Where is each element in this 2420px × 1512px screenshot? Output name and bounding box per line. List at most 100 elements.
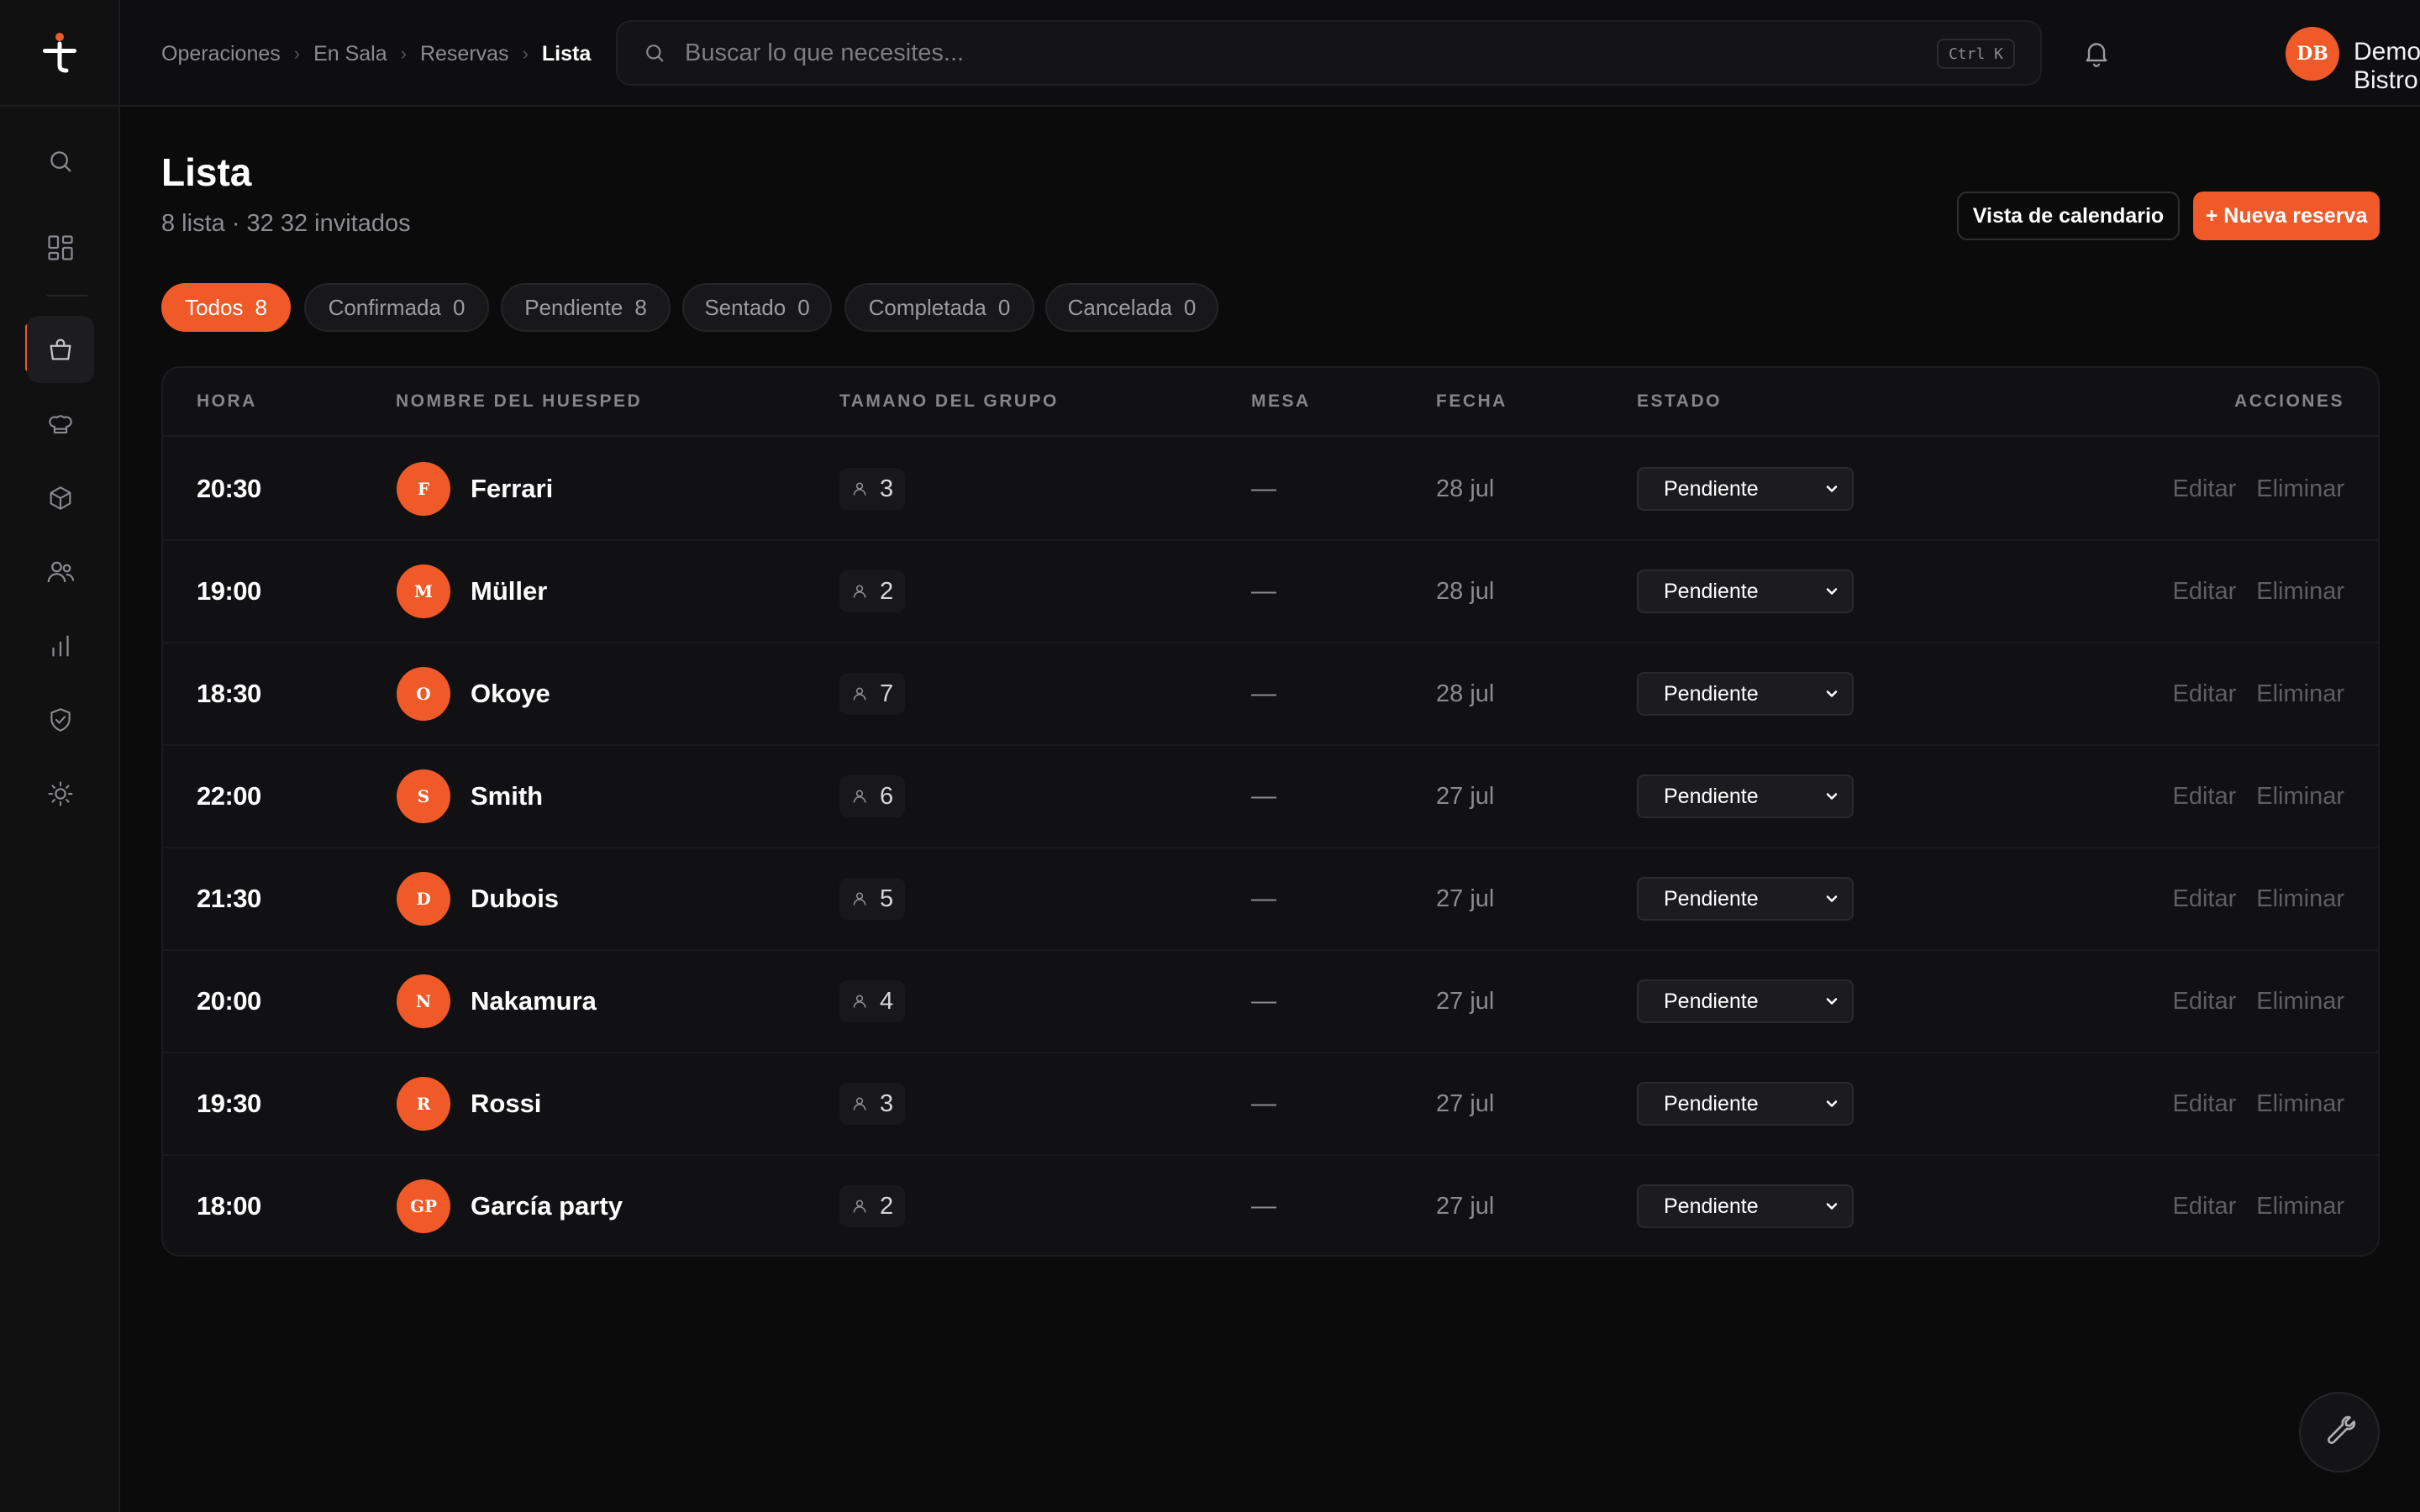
sidebar-item-search[interactable]: [27, 128, 94, 195]
table-row: 19:00 M Müller 2 — 28 jul Pendiente Edit…: [163, 541, 2378, 643]
date-cell: 28 jul: [1436, 541, 1494, 642]
sidebar-item-inventory[interactable]: [27, 465, 94, 532]
sidebar-item-settings[interactable]: [27, 760, 94, 827]
party-size-cell: 6: [839, 746, 906, 847]
app-logo[interactable]: [0, 0, 118, 107]
edit-button[interactable]: Editar: [2172, 1090, 2236, 1118]
filter-chip-pendiente[interactable]: Pendiente 8: [501, 283, 671, 332]
breadcrumb-operaciones[interactable]: Operaciones: [161, 42, 281, 66]
filter-chip-count: 0: [797, 294, 810, 320]
global-search-input[interactable]: Buscar lo que necesites... Ctrl K: [616, 20, 2042, 86]
actions-cell: Editar Eliminar: [2172, 848, 2344, 949]
delete-button[interactable]: Eliminar: [2256, 783, 2344, 811]
breadcrumb-reservas[interactable]: Reservas: [420, 42, 509, 66]
status-select-value: Pendiente: [1664, 476, 1759, 501]
person-icon: [853, 790, 866, 803]
sidebar-item-kitchen[interactable]: [27, 391, 94, 458]
party-size-value: 7: [880, 680, 894, 707]
filter-chip-sentado[interactable]: Sentado 0: [682, 283, 832, 332]
tools-fab-button[interactable]: [2299, 1392, 2380, 1473]
status-select-value: Pendiente: [1664, 1091, 1759, 1116]
notifications-button[interactable]: [2081, 37, 2112, 69]
table-cell: —: [1251, 438, 1276, 539]
sidebar-item-reservations[interactable]: [27, 316, 94, 383]
guest-avatar: F: [397, 462, 450, 516]
bar-chart-icon: [52, 635, 69, 657]
filter-chip-count: 8: [634, 294, 647, 320]
chevron-down-icon: [1826, 690, 1838, 697]
edit-button[interactable]: Editar: [2172, 475, 2236, 503]
search-icon: [50, 151, 71, 172]
table-row: 18:30 O Okoye 7 — 28 jul Pendiente Edita…: [163, 643, 2378, 746]
sidebar-item-staff[interactable]: [27, 538, 94, 606]
party-size-value: 4: [880, 987, 894, 1015]
status-cell: Pendiente: [1637, 643, 1854, 744]
party-size-badge: 3: [839, 468, 906, 510]
breadcrumb-en-sala[interactable]: En Sala: [313, 42, 387, 66]
filter-chip-label: Confirmada: [328, 294, 441, 320]
guest-cell: F Ferrari: [397, 438, 553, 539]
edit-button[interactable]: Editar: [2172, 578, 2236, 606]
status-select[interactable]: Pendiente: [1637, 672, 1854, 716]
new-reservation-button[interactable]: + Nueva reserva: [2193, 192, 2380, 240]
chevron-right-icon: ›: [293, 43, 301, 64]
guest-name: Smith: [471, 781, 544, 811]
date-cell: 27 jul: [1436, 848, 1494, 949]
calendar-view-button[interactable]: Vista de calendario: [1957, 192, 2180, 240]
table-row: 22:00 S Smith 6 — 27 jul Pendiente Edita…: [163, 746, 2378, 848]
edit-button[interactable]: Editar: [2172, 1193, 2236, 1221]
reservation-time: 21:30: [197, 884, 261, 913]
filter-chip-confirmada[interactable]: Confirmada 0: [304, 283, 489, 332]
party-size-value: 3: [880, 1089, 894, 1117]
chevron-down-icon: [1826, 1100, 1838, 1107]
reservation-date: 27 jul: [1436, 885, 1495, 912]
date-cell: 28 jul: [1436, 643, 1494, 744]
delete-button[interactable]: Eliminar: [2256, 988, 2344, 1016]
reservation-time: 19:30: [197, 1089, 261, 1118]
chevron-down-icon: [1826, 1203, 1838, 1210]
edit-button[interactable]: Editar: [2172, 885, 2236, 913]
edit-button[interactable]: Editar: [2172, 783, 2236, 811]
table-cell: —: [1251, 643, 1276, 744]
party-size-value: 2: [880, 577, 894, 605]
edit-button[interactable]: Editar: [2172, 988, 2236, 1016]
status-select[interactable]: Pendiente: [1637, 1184, 1854, 1228]
delete-button[interactable]: Eliminar: [2256, 578, 2344, 606]
party-size-value: 2: [880, 1192, 894, 1220]
status-select[interactable]: Pendiente: [1637, 467, 1854, 511]
delete-button[interactable]: Eliminar: [2256, 680, 2344, 708]
status-select[interactable]: Pendiente: [1637, 774, 1854, 818]
user-avatar[interactable]: DB: [2286, 27, 2339, 81]
status-select[interactable]: Pendiente: [1637, 979, 1854, 1023]
filter-chip-completada[interactable]: Completada 0: [844, 283, 1034, 332]
status-select-value: Pendiente: [1664, 1194, 1759, 1218]
edit-button[interactable]: Editar: [2172, 680, 2236, 708]
bell-icon: [2086, 43, 2107, 67]
table-cell: —: [1251, 541, 1276, 642]
guest-cell: M Müller: [397, 541, 547, 642]
delete-button[interactable]: Eliminar: [2256, 885, 2344, 913]
delete-button[interactable]: Eliminar: [2256, 1090, 2344, 1118]
status-select[interactable]: Pendiente: [1637, 877, 1854, 921]
status-select[interactable]: Pendiente: [1637, 1082, 1854, 1126]
sidebar-item-reports[interactable]: [27, 612, 94, 680]
delete-button[interactable]: Eliminar: [2256, 475, 2344, 503]
actions-cell: Editar Eliminar: [2172, 438, 2344, 539]
status-select[interactable]: Pendiente: [1637, 570, 1854, 613]
filter-chip-todos[interactable]: Todos 8: [161, 283, 291, 332]
column-header-hora: HORA: [197, 391, 257, 411]
sidebar-item-dashboard[interactable]: [27, 214, 94, 281]
chef-hat-icon: [49, 415, 72, 433]
guest-avatar: N: [397, 974, 450, 1028]
filter-chip-cancelada[interactable]: Cancelada 0: [1045, 283, 1218, 332]
sidebar-item-security[interactable]: [27, 686, 94, 753]
party-size-badge: 4: [839, 980, 906, 1022]
logo-icon: [42, 32, 76, 72]
guest-cell: S Smith: [397, 746, 543, 847]
delete-button[interactable]: Eliminar: [2256, 1193, 2344, 1221]
column-header-mesa: MESA: [1251, 391, 1311, 411]
reservation-time: 18:30: [197, 679, 261, 708]
user-name[interactable]: Demo Bistro: [2354, 38, 2420, 95]
sun-icon: [48, 781, 73, 806]
time-cell: 20:30: [197, 438, 261, 539]
